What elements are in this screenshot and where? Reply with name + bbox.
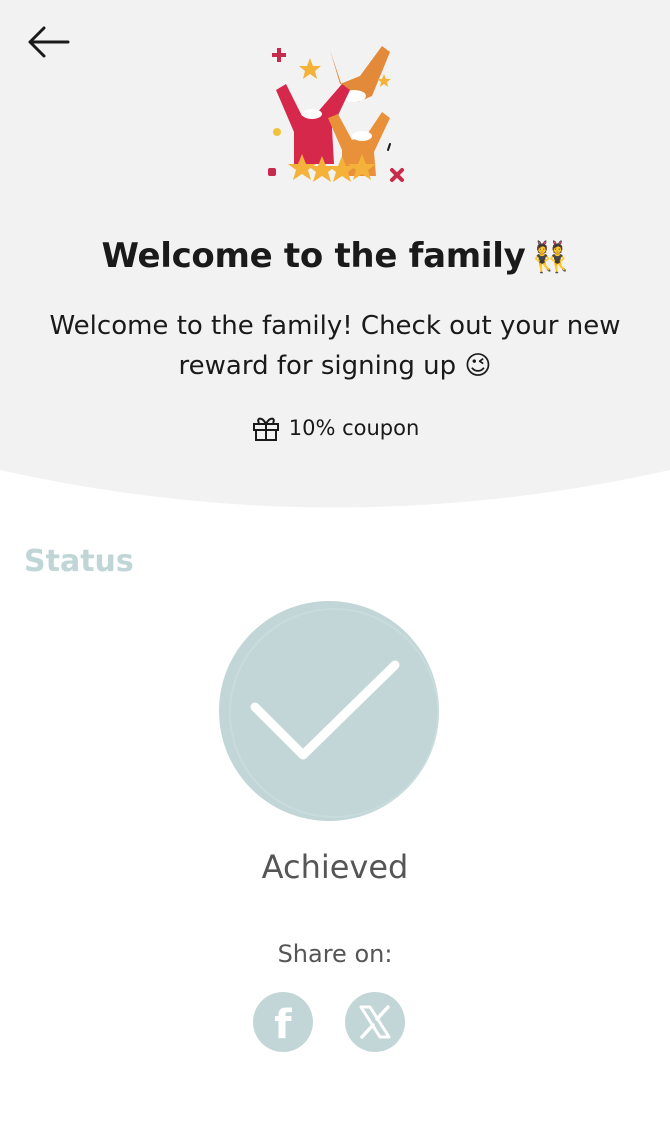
title-text: Welcome to the family [101, 236, 526, 276]
x-icon [359, 1005, 391, 1039]
checkmark-icon [219, 601, 439, 821]
reward-label: 10% coupon [288, 416, 420, 440]
share-label: Share on: [277, 940, 393, 968]
back-button[interactable] [22, 22, 74, 62]
celebration-illustration-icon [268, 46, 404, 182]
welcome-message: Welcome to the family! Check out your ne… [49, 311, 621, 381]
status-heading: Status [24, 544, 134, 579]
page-title: Welcome to the family 👯 [0, 236, 670, 276]
gift-icon [252, 417, 279, 441]
share-facebook-button[interactable]: f [253, 992, 313, 1052]
reward-line: 10% coupon [0, 414, 670, 442]
facebook-icon: f [274, 1002, 292, 1048]
arrow-left-icon [28, 26, 70, 58]
status-value: Achieved [261, 848, 409, 886]
share-x-button[interactable] [345, 992, 405, 1052]
dancers-emoji: 👯 [531, 240, 569, 275]
